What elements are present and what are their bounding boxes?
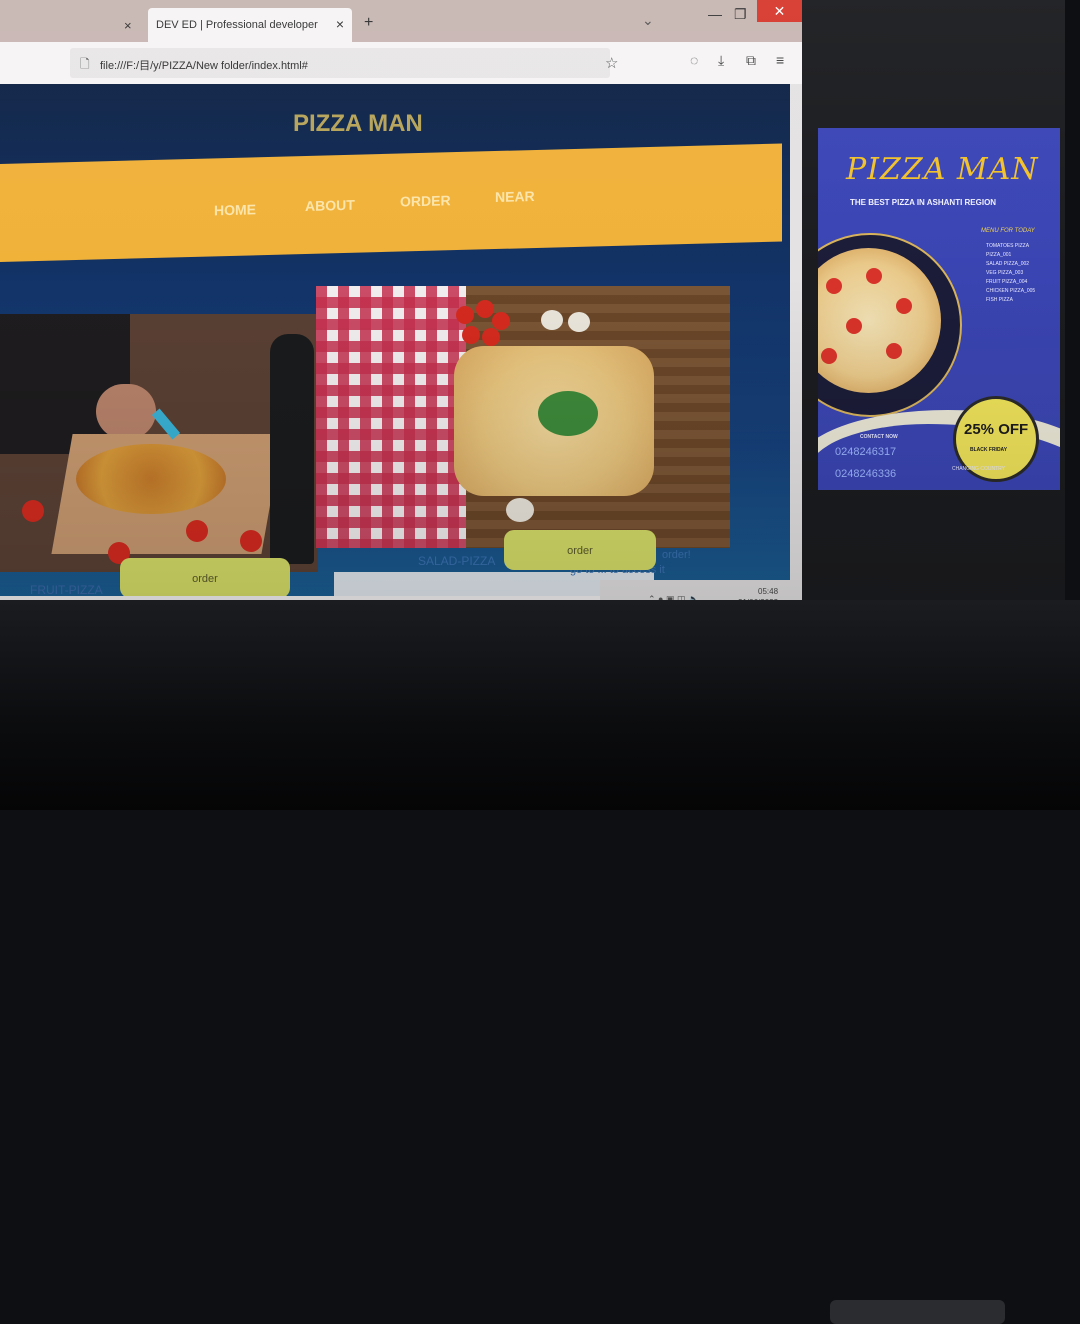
flyer-subtitle: THE BEST PIZZA IN ASHANTI REGION bbox=[850, 198, 997, 207]
list-item: TOMATOES PIZZA bbox=[986, 243, 1030, 249]
list-item: FRUIT PIZZA_004 bbox=[986, 279, 1028, 285]
navigation-toolbar: 🗋 file:///F:/目/y/PIZZA/New folder/index.… bbox=[0, 42, 802, 84]
flyer-menu-list: TOMATOES PIZZA PIZZA_001 SALAD PIZZA_002… bbox=[986, 242, 1056, 305]
flyer-title: PIZZA MAN bbox=[846, 152, 1039, 187]
tab-close-icon[interactable]: × bbox=[336, 16, 344, 32]
tab-close-icon[interactable]: × bbox=[124, 18, 132, 33]
card-label: FRUIT-PIZZA bbox=[30, 583, 103, 596]
menu-order[interactable]: ORDER bbox=[400, 192, 451, 209]
list-item: PIZZA_001 bbox=[986, 252, 1012, 258]
vertical-scrollbar[interactable] bbox=[790, 84, 802, 584]
list-item: CHICKEN PIZZA_005 bbox=[986, 288, 1036, 294]
pizza-card-image bbox=[0, 314, 318, 572]
pizza-flyer: PIZZA MAN THE BEST PIZZA IN ASHANTI REGI… bbox=[818, 128, 1060, 490]
url-text[interactable]: file:///F:/目/y/PIZZA/New folder/index.ht… bbox=[100, 57, 308, 73]
list-item: SALAD PIZZA_002 bbox=[986, 261, 1030, 267]
flyer-menu-heading: MENU FOR TODAY bbox=[981, 228, 1035, 234]
list-item: VEG PIZZA_003 bbox=[986, 270, 1024, 276]
hamburger-menu-icon[interactable]: ≡ bbox=[776, 52, 784, 68]
laptop-screen: × DEV ED | Professional developer × + ⌄ … bbox=[0, 0, 1065, 690]
menu-about[interactable]: ABOUT bbox=[305, 197, 355, 214]
card-label: SALAD-PIZZA bbox=[418, 554, 496, 568]
site-title: PIZZA MAN bbox=[293, 110, 423, 137]
basil-leaf-icon bbox=[538, 391, 598, 436]
tab-list-chevron-icon[interactable]: ⌄ bbox=[642, 12, 654, 29]
close-window-icon[interactable]: ✕ bbox=[757, 0, 802, 22]
flyer-footer: CHANGING COUNTRY bbox=[952, 466, 1005, 472]
phone-number: 0248246317 bbox=[835, 446, 897, 458]
tab-active[interactable]: DEV ED | Professional developer × bbox=[148, 8, 352, 42]
list-item: FISH PIZZA bbox=[986, 297, 1013, 303]
order-button[interactable]: order bbox=[120, 558, 290, 596]
nav-menu-bar: HOME ABOUT ORDER NEAR bbox=[0, 143, 782, 262]
contact-heading: CONTACT NOW bbox=[860, 434, 898, 440]
address-bar[interactable]: 🗋 file:///F:/目/y/PIZZA/New folder/index.… bbox=[70, 48, 618, 78]
download-icon[interactable]: ⤓ bbox=[718, 52, 724, 69]
bookmark-star-icon[interactable]: ☆ bbox=[605, 54, 618, 72]
browser-window: × DEV ED | Professional developer × + ⌄ … bbox=[0, 0, 802, 640]
extensions-icon[interactable]: ⧉ bbox=[746, 52, 756, 69]
tab-strip: × DEV ED | Professional developer × + ⌄ … bbox=[0, 0, 802, 42]
maximize-icon[interactable]: ❐ bbox=[734, 6, 747, 23]
tab-previous[interactable]: × bbox=[0, 10, 145, 40]
laptop-bezel bbox=[0, 600, 1080, 1324]
pocket-icon[interactable]: ◌ bbox=[690, 52, 698, 68]
minimize-icon[interactable]: — bbox=[708, 6, 722, 22]
tab-title: DEV ED | Professional developer bbox=[156, 19, 318, 31]
page-icon: 🗋 bbox=[80, 57, 90, 71]
pizza-card-image bbox=[316, 286, 730, 548]
phone-number: 0248246336 bbox=[835, 468, 897, 480]
new-tab-button[interactable]: + bbox=[364, 14, 373, 32]
menu-near[interactable]: NEAR bbox=[495, 188, 535, 205]
menu-home[interactable]: HOME bbox=[214, 201, 256, 218]
order-button[interactable]: order bbox=[504, 530, 656, 570]
web-page: PIZZA MAN HOME ABOUT ORDER NEAR FRUIT-PI… bbox=[0, 84, 790, 596]
